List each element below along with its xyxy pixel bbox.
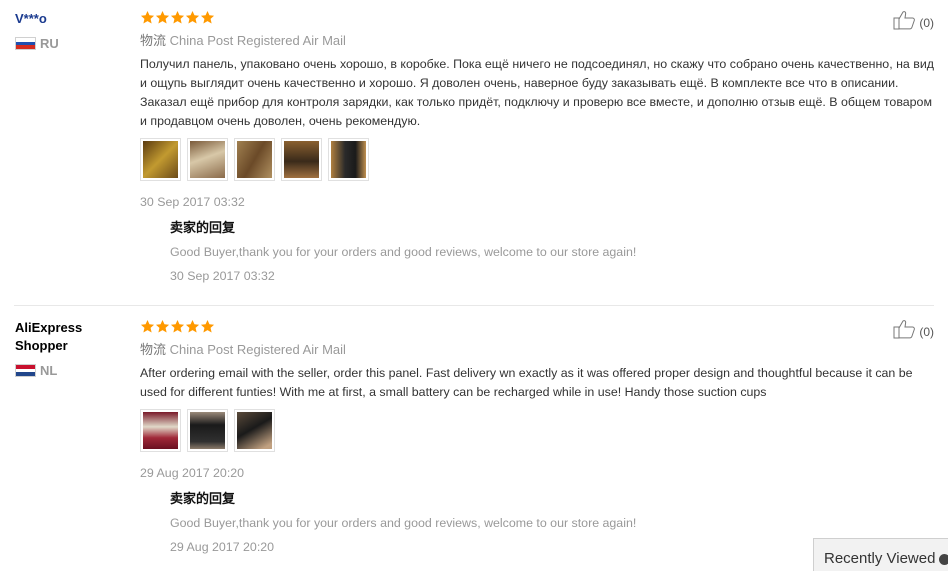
star-icon xyxy=(170,319,185,334)
review-date: 29 Aug 2017 20:20 xyxy=(140,466,245,480)
shipping-method: China Post Registered Air Mail xyxy=(169,33,346,48)
shipping-method: China Post Registered Air Mail xyxy=(169,342,346,357)
recently-viewed-button[interactable]: Recently Viewed xyxy=(813,538,948,571)
circle-icon xyxy=(939,553,948,565)
thumbs-up-icon xyxy=(893,319,917,344)
review-body: 物流 China Post Registered Air Mail Получи… xyxy=(140,10,940,285)
thumbs-up-icon xyxy=(893,10,917,35)
reply-date: 30 Sep 2017 03:32 xyxy=(170,269,275,283)
review-photo[interactable] xyxy=(281,138,322,181)
review-body: 物流 China Post Registered Air Mail After … xyxy=(140,319,940,556)
review-photo[interactable] xyxy=(234,409,275,452)
flag-nl-icon xyxy=(15,364,36,377)
shipping-info: 物流 China Post Registered Air Mail xyxy=(140,32,940,50)
review-text: Получил панель, упаковано очень хорошо, … xyxy=(140,57,934,128)
reviewer-name-line1: AliExpress xyxy=(15,320,83,335)
star-rating xyxy=(140,10,940,26)
star-icon xyxy=(185,319,200,334)
star-icon xyxy=(155,319,170,334)
reviewer-info: V***o RU xyxy=(15,10,130,51)
review-photos xyxy=(140,138,940,181)
reviewer-name: V***o xyxy=(15,11,47,26)
shipping-label: 物流 xyxy=(140,33,167,48)
star-icon xyxy=(200,319,215,334)
shipping-label: 物流 xyxy=(140,342,167,357)
reviewer-info: AliExpress Shopper NL xyxy=(15,319,130,378)
review-photos xyxy=(140,409,940,452)
reply-text: Good Buyer,thank you for your orders and… xyxy=(170,245,637,259)
star-rating xyxy=(140,319,940,335)
helpful-button[interactable]: (0) xyxy=(893,319,934,344)
review-photo[interactable] xyxy=(140,409,181,452)
review-photo[interactable] xyxy=(328,138,369,181)
reply-title: 卖家的回复 xyxy=(170,491,236,506)
star-icon xyxy=(140,10,155,25)
review-photo[interactable] xyxy=(234,138,275,181)
recently-viewed-label: Recently Viewed xyxy=(824,550,936,567)
reviewer-country: NL xyxy=(15,363,130,378)
helpful-button[interactable]: (0) xyxy=(893,10,934,35)
star-icon xyxy=(155,10,170,25)
review-photo[interactable] xyxy=(187,138,228,181)
seller-reply: 卖家的回复 Good Buyer,thank you for your orde… xyxy=(170,219,940,285)
review-divider xyxy=(14,305,934,306)
star-icon xyxy=(200,10,215,25)
country-code: RU xyxy=(40,36,59,51)
reviewer-name: AliExpress Shopper xyxy=(15,319,130,355)
flag-ru-icon xyxy=(15,37,36,50)
review-item: V***o RU 物流 China Post Registered Air Ma… xyxy=(0,0,948,304)
reviewer-country: RU xyxy=(15,36,130,51)
helpful-count: (0) xyxy=(919,15,934,30)
shipping-info: 物流 China Post Registered Air Mail xyxy=(140,341,940,359)
country-code: NL xyxy=(40,363,58,378)
reviewer-name-line2: Shopper xyxy=(15,338,68,353)
reply-title: 卖家的回复 xyxy=(170,220,236,235)
review-text: After ordering email with the seller, or… xyxy=(140,366,913,399)
review-photo[interactable] xyxy=(187,409,228,452)
review-photo[interactable] xyxy=(140,138,181,181)
review-date: 30 Sep 2017 03:32 xyxy=(140,195,245,209)
star-icon xyxy=(140,319,155,334)
star-icon xyxy=(185,10,200,25)
star-icon xyxy=(170,10,185,25)
reply-text: Good Buyer,thank you for your orders and… xyxy=(170,516,637,530)
helpful-count: (0) xyxy=(919,324,934,339)
review-item: AliExpress Shopper NL 物流 China Post Regi… xyxy=(0,309,948,571)
